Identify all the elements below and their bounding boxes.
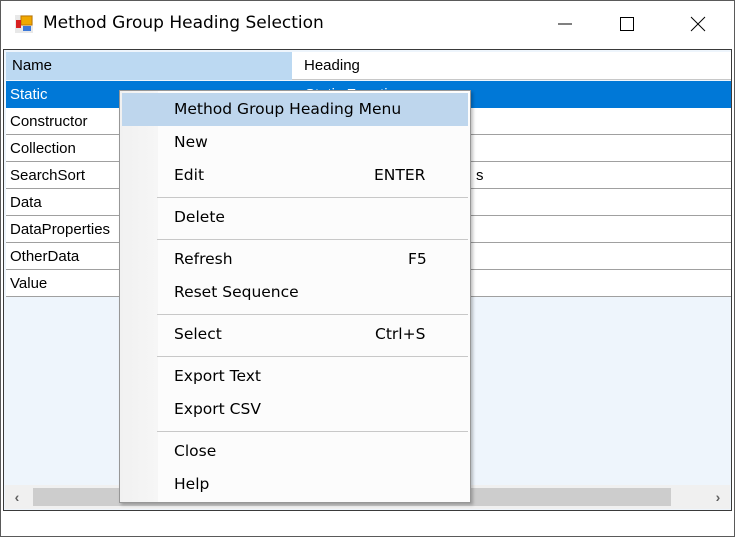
dialog-window: Method Group Heading Selection Name Head… <box>0 0 735 537</box>
context-menu: Method Group Heading Menu New Edit ENTER… <box>119 90 471 503</box>
menu-item-close[interactable]: Close <box>122 435 468 468</box>
menu-item-delete[interactable]: Delete <box>122 201 468 234</box>
menu-separator <box>157 431 468 432</box>
menu-item-export-csv[interactable]: Export CSV <box>122 393 468 426</box>
scroll-right-button[interactable]: › <box>706 485 730 509</box>
menu-item-new[interactable]: New <box>122 126 468 159</box>
menu-item-reset-sequence[interactable]: Reset Sequence <box>122 276 468 309</box>
chevron-right-icon: › <box>715 489 721 505</box>
menu-item-help[interactable]: Help <box>122 468 468 501</box>
shortcut-label: ENTER <box>374 166 426 184</box>
title-bar[interactable]: Method Group Heading Selection <box>1 1 734 47</box>
column-header-name[interactable]: Name <box>6 52 292 80</box>
menu-item-refresh[interactable]: Refresh F5 <box>122 243 468 276</box>
menu-title-item[interactable]: Method Group Heading Menu <box>122 93 468 126</box>
close-icon <box>690 16 706 32</box>
shortcut-label: Ctrl+S <box>375 325 426 343</box>
app-icon <box>15 15 33 33</box>
close-button[interactable] <box>675 1 721 47</box>
shortcut-label: F5 <box>408 250 427 268</box>
menu-item-export-text[interactable]: Export Text <box>122 360 468 393</box>
chevron-left-icon: ‹ <box>14 489 20 505</box>
menu-separator <box>157 239 468 240</box>
menu-separator <box>157 197 468 198</box>
minimize-icon <box>558 23 572 25</box>
scroll-left-button[interactable]: ‹ <box>5 485 29 509</box>
column-header-heading[interactable]: Heading <box>292 52 731 80</box>
minimize-button[interactable] <box>542 1 588 47</box>
window-title: Method Group Heading Selection <box>43 13 324 33</box>
menu-item-select[interactable]: Select Ctrl+S <box>122 318 468 351</box>
menu-separator <box>157 356 468 357</box>
maximize-button[interactable] <box>604 1 650 47</box>
maximize-icon <box>620 17 634 31</box>
menu-item-edit[interactable]: Edit ENTER <box>122 159 468 192</box>
menu-separator <box>157 314 468 315</box>
